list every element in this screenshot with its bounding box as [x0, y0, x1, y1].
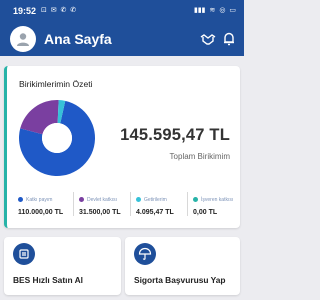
signal-icon: ▮▮▮: [193, 7, 206, 14]
legend-value: 31.500,00 TL: [79, 209, 121, 216]
divider: [130, 192, 131, 216]
legend-dot: [18, 197, 23, 202]
legend-dot: [136, 197, 141, 202]
insurance-apply-button[interactable]: Sigorta Başvurusu Yap: [125, 237, 240, 295]
legend-value: 4.095,47 TL: [136, 209, 174, 216]
donut-hole: [42, 123, 72, 153]
status-time: 19:52: [13, 6, 37, 16]
legend-value: 0,00 TL: [193, 209, 218, 216]
action-label: Sigorta Başvurusu Yap: [134, 275, 226, 285]
app-header: 19:52 ⊡ ✉ ✆ ✆ ▮▮▮ ≋ ◎ ▭ Ana Sayfa: [0, 0, 244, 56]
bes-card-icon: [13, 243, 35, 265]
total-label: Toplam Birikimim: [169, 152, 230, 161]
legend-label: Katkı payım: [26, 197, 53, 203]
circle-icon: ◎: [219, 7, 226, 14]
avatar[interactable]: [10, 26, 36, 52]
bell-icon[interactable]: [220, 30, 238, 48]
handshake-icon[interactable]: [199, 30, 217, 48]
umbrella-icon: [134, 243, 156, 265]
savings-summary-card: Birikimlerimin Özeti 145.595,47 TL Topla…: [4, 66, 240, 228]
legend-dot: [193, 197, 198, 202]
status-bar: 19:52 ⊡ ✉ ✆ ✆ ▮▮▮ ≋ ◎ ▭: [0, 0, 244, 20]
legend-value: 110.000,00 TL: [18, 209, 64, 216]
system-status-icons: ▮▮▮ ≋ ◎ ▭: [192, 6, 236, 14]
legend-label: İşveren katkısı: [201, 197, 234, 203]
legend-label: Devlet katkısı: [87, 197, 118, 203]
page-title: Ana Sayfa: [44, 31, 112, 47]
wifi-icon: ≋: [209, 7, 216, 14]
legend-dot: [79, 197, 84, 202]
total-amount: 145.595,47 TL: [120, 126, 230, 144]
user-icon: [17, 33, 29, 46]
notification-icons: ⊡ ✉ ✆ ✆: [41, 7, 78, 14]
legend-label: Getirilerim: [144, 197, 167, 203]
savings-donut-chart: [19, 100, 96, 176]
card-title: Birikimlerimin Özeti: [19, 79, 93, 89]
divider: [73, 192, 74, 216]
divider: [187, 192, 188, 216]
action-label: BES Hızlı Satın Al: [13, 275, 83, 285]
bes-quick-buy-button[interactable]: BES Hızlı Satın Al: [4, 237, 121, 295]
battery-icon: ▭: [229, 7, 236, 14]
